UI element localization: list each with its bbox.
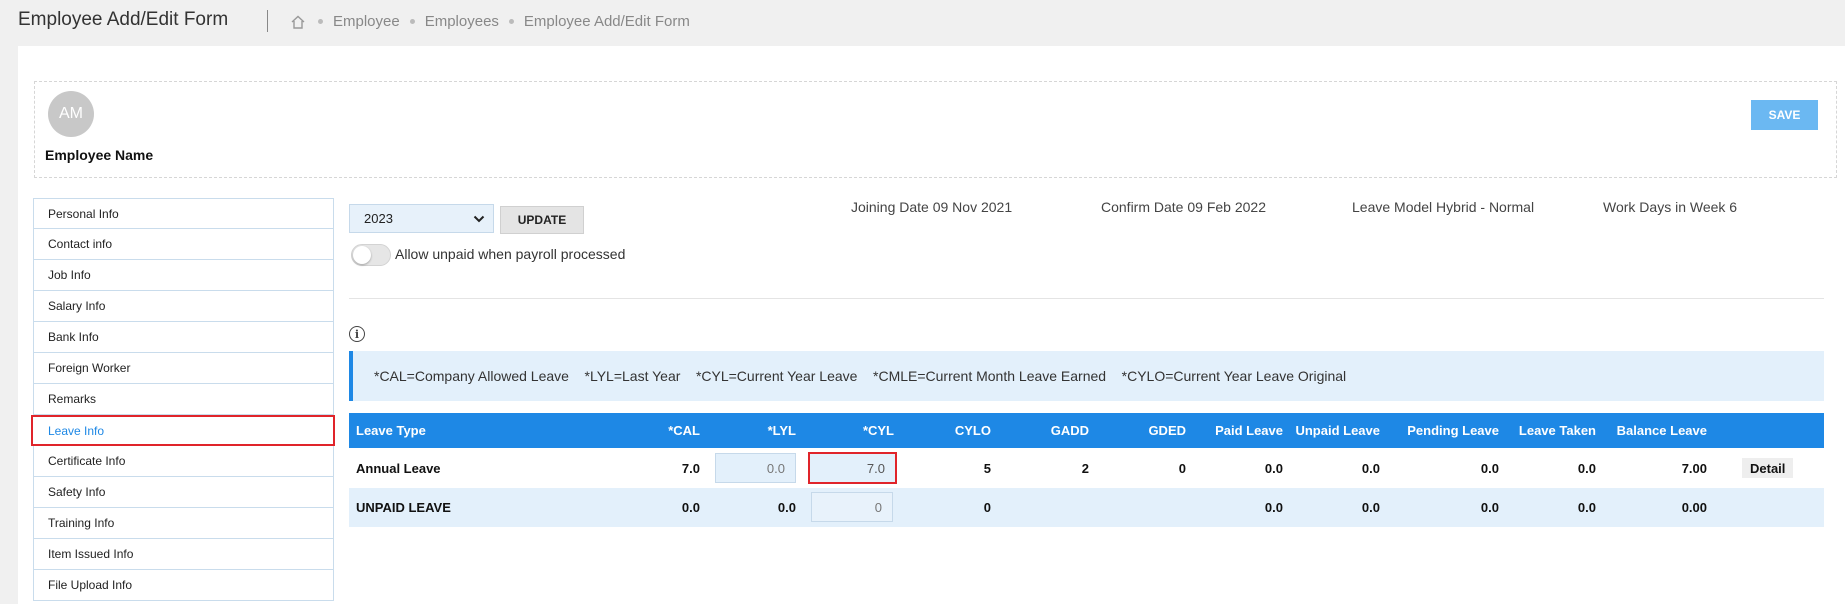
cal-value: 7.0 — [681, 460, 700, 476]
table-row: UNPAID LEAVE 0.0 0.0 0 0 0.0 0.0 0.0 0.0… — [349, 488, 1824, 527]
balance-leave-value: 0.00 — [1681, 500, 1707, 515]
col-cyl: *CYL — [862, 423, 894, 438]
sidebar-item-certificate-info[interactable]: Certificate Info — [33, 446, 334, 477]
sidebar-item-item-issued-info[interactable]: Item Issued Info — [33, 539, 334, 570]
paid-leave-value: 0.0 — [1264, 460, 1283, 476]
employee-name: Employee Name — [45, 147, 154, 163]
leave-table: Leave Type *CAL *LYL *CYL CYLO GADD GDED… — [349, 413, 1824, 527]
year-select[interactable]: 2023 — [349, 204, 494, 233]
sidebar-item-personal-info[interactable]: Personal Info — [33, 198, 334, 229]
col-gadd: GADD — [1050, 423, 1089, 438]
breadcrumb-employees[interactable]: Employees — [425, 13, 499, 30]
allow-unpaid-toggle[interactable] — [351, 244, 391, 266]
breadcrumb-separator — [409, 19, 415, 24]
col-leave-taken: Leave Taken — [1518, 423, 1596, 438]
col-paid-leave: Paid Leave — [1215, 423, 1283, 438]
paid-leave-value: 0.0 — [1264, 500, 1283, 515]
gadd-value: 2 — [1081, 460, 1089, 476]
sidebar-item-training-info[interactable]: Training Info — [33, 508, 334, 539]
avatar: AM — [48, 91, 94, 137]
leave-type: Annual Leave — [356, 460, 441, 476]
leave-model: Leave Model Hybrid - Normal — [1352, 199, 1535, 215]
info-icon[interactable]: i — [349, 326, 365, 342]
pending-leave-value: 0.0 — [1480, 460, 1499, 476]
leave-taken-value: 0.0 — [1577, 500, 1596, 515]
year-select-value: 2023 — [364, 211, 393, 226]
sidebar-item-salary-info[interactable]: Salary Info — [33, 291, 334, 322]
col-cylo: CYLO — [954, 423, 991, 438]
cylo-value: 0 — [983, 500, 991, 515]
gded-value: 0 — [1178, 460, 1186, 476]
save-button[interactable]: SAVE — [1751, 100, 1818, 130]
col-unpaid-leave: Unpaid Leave — [1295, 423, 1380, 438]
sidebar-item-safety-info[interactable]: Safety Info — [33, 477, 334, 508]
sidebar-item-foreign-worker[interactable]: Foreign Worker — [33, 353, 334, 384]
page-title: Employee Add/Edit Form — [18, 9, 229, 30]
lyl-value: 0.0 — [777, 500, 796, 515]
toggle-knob — [353, 246, 371, 264]
breadcrumb-separator — [318, 19, 323, 24]
breadcrumb-current: Employee Add/Edit Form — [523, 13, 690, 30]
table-header: Leave Type *CAL *LYL *CYL CYLO GADD GDED… — [349, 413, 1824, 448]
leave-type: UNPAID LEAVE — [356, 500, 451, 515]
cyl-input[interactable]: 7.0 — [808, 452, 897, 484]
col-cal: *CAL — [668, 423, 700, 438]
sidebar-item-leave-info[interactable]: Leave Info — [31, 415, 335, 446]
home-icon[interactable] — [290, 14, 308, 30]
sidebar-item-bank-info[interactable]: Bank Info — [33, 322, 334, 353]
breadcrumb: Employee Employees Employee Add/Edit For… — [290, 13, 690, 30]
confirm-date: Confirm Date 09 Feb 2022 — [1101, 199, 1266, 215]
col-leave-type: Leave Type — [356, 423, 426, 438]
sidebar-item-remarks[interactable]: Remarks — [33, 384, 334, 415]
pending-leave-value: 0.0 — [1480, 500, 1499, 515]
col-balance-leave: Balance Leave — [1616, 423, 1707, 438]
employee-header — [34, 81, 1837, 178]
sidebar-item-job-info[interactable]: Job Info — [33, 260, 334, 291]
balance-leave-value: 7.00 — [1681, 460, 1707, 476]
abbreviation-legend: *CAL=Company Allowed Leave *LYL=Last Yea… — [349, 351, 1824, 401]
divider — [349, 298, 1824, 299]
title-divider — [267, 10, 268, 32]
sidebar-item-file-upload-info[interactable]: File Upload Info — [33, 570, 334, 601]
legend-text: *CAL=Company Allowed Leave *LYL=Last Yea… — [374, 368, 1347, 384]
leave-taken-value: 0.0 — [1577, 460, 1596, 476]
cal-value: 0.0 — [681, 500, 700, 515]
unpaid-leave-value: 0.0 — [1361, 500, 1380, 515]
update-button[interactable]: UPDATE — [500, 206, 584, 234]
joining-date: Joining Date 09 Nov 2021 — [851, 199, 1013, 215]
col-gded: GDED — [1148, 423, 1186, 438]
sidebar-nav: Personal Info Contact info Job Info Sala… — [31, 198, 335, 601]
breadcrumb-separator — [508, 19, 514, 24]
lyl-input[interactable]: 0.0 — [715, 453, 796, 483]
table-row: Annual Leave 7.0 0.0 7.0 5 2 0 0.0 0.0 0… — [349, 448, 1824, 488]
col-pending-leave: Pending Leave — [1407, 423, 1499, 438]
unpaid-leave-value: 0.0 — [1361, 460, 1380, 476]
allow-unpaid-label: Allow unpaid when payroll processed — [395, 246, 626, 262]
top-bar: Employee Add/Edit Form Employee Employee… — [0, 0, 1845, 44]
breadcrumb-employee[interactable]: Employee — [333, 13, 400, 30]
work-days: Work Days in Week 6 — [1603, 199, 1738, 215]
detail-button[interactable]: Detail — [1742, 458, 1794, 478]
col-lyl: *LYL — [767, 423, 796, 438]
chevron-down-icon — [473, 214, 485, 227]
cyl-input[interactable]: 0 — [811, 492, 893, 522]
sidebar-item-contact-info[interactable]: Contact info — [33, 229, 334, 260]
cylo-value: 5 — [983, 460, 991, 476]
